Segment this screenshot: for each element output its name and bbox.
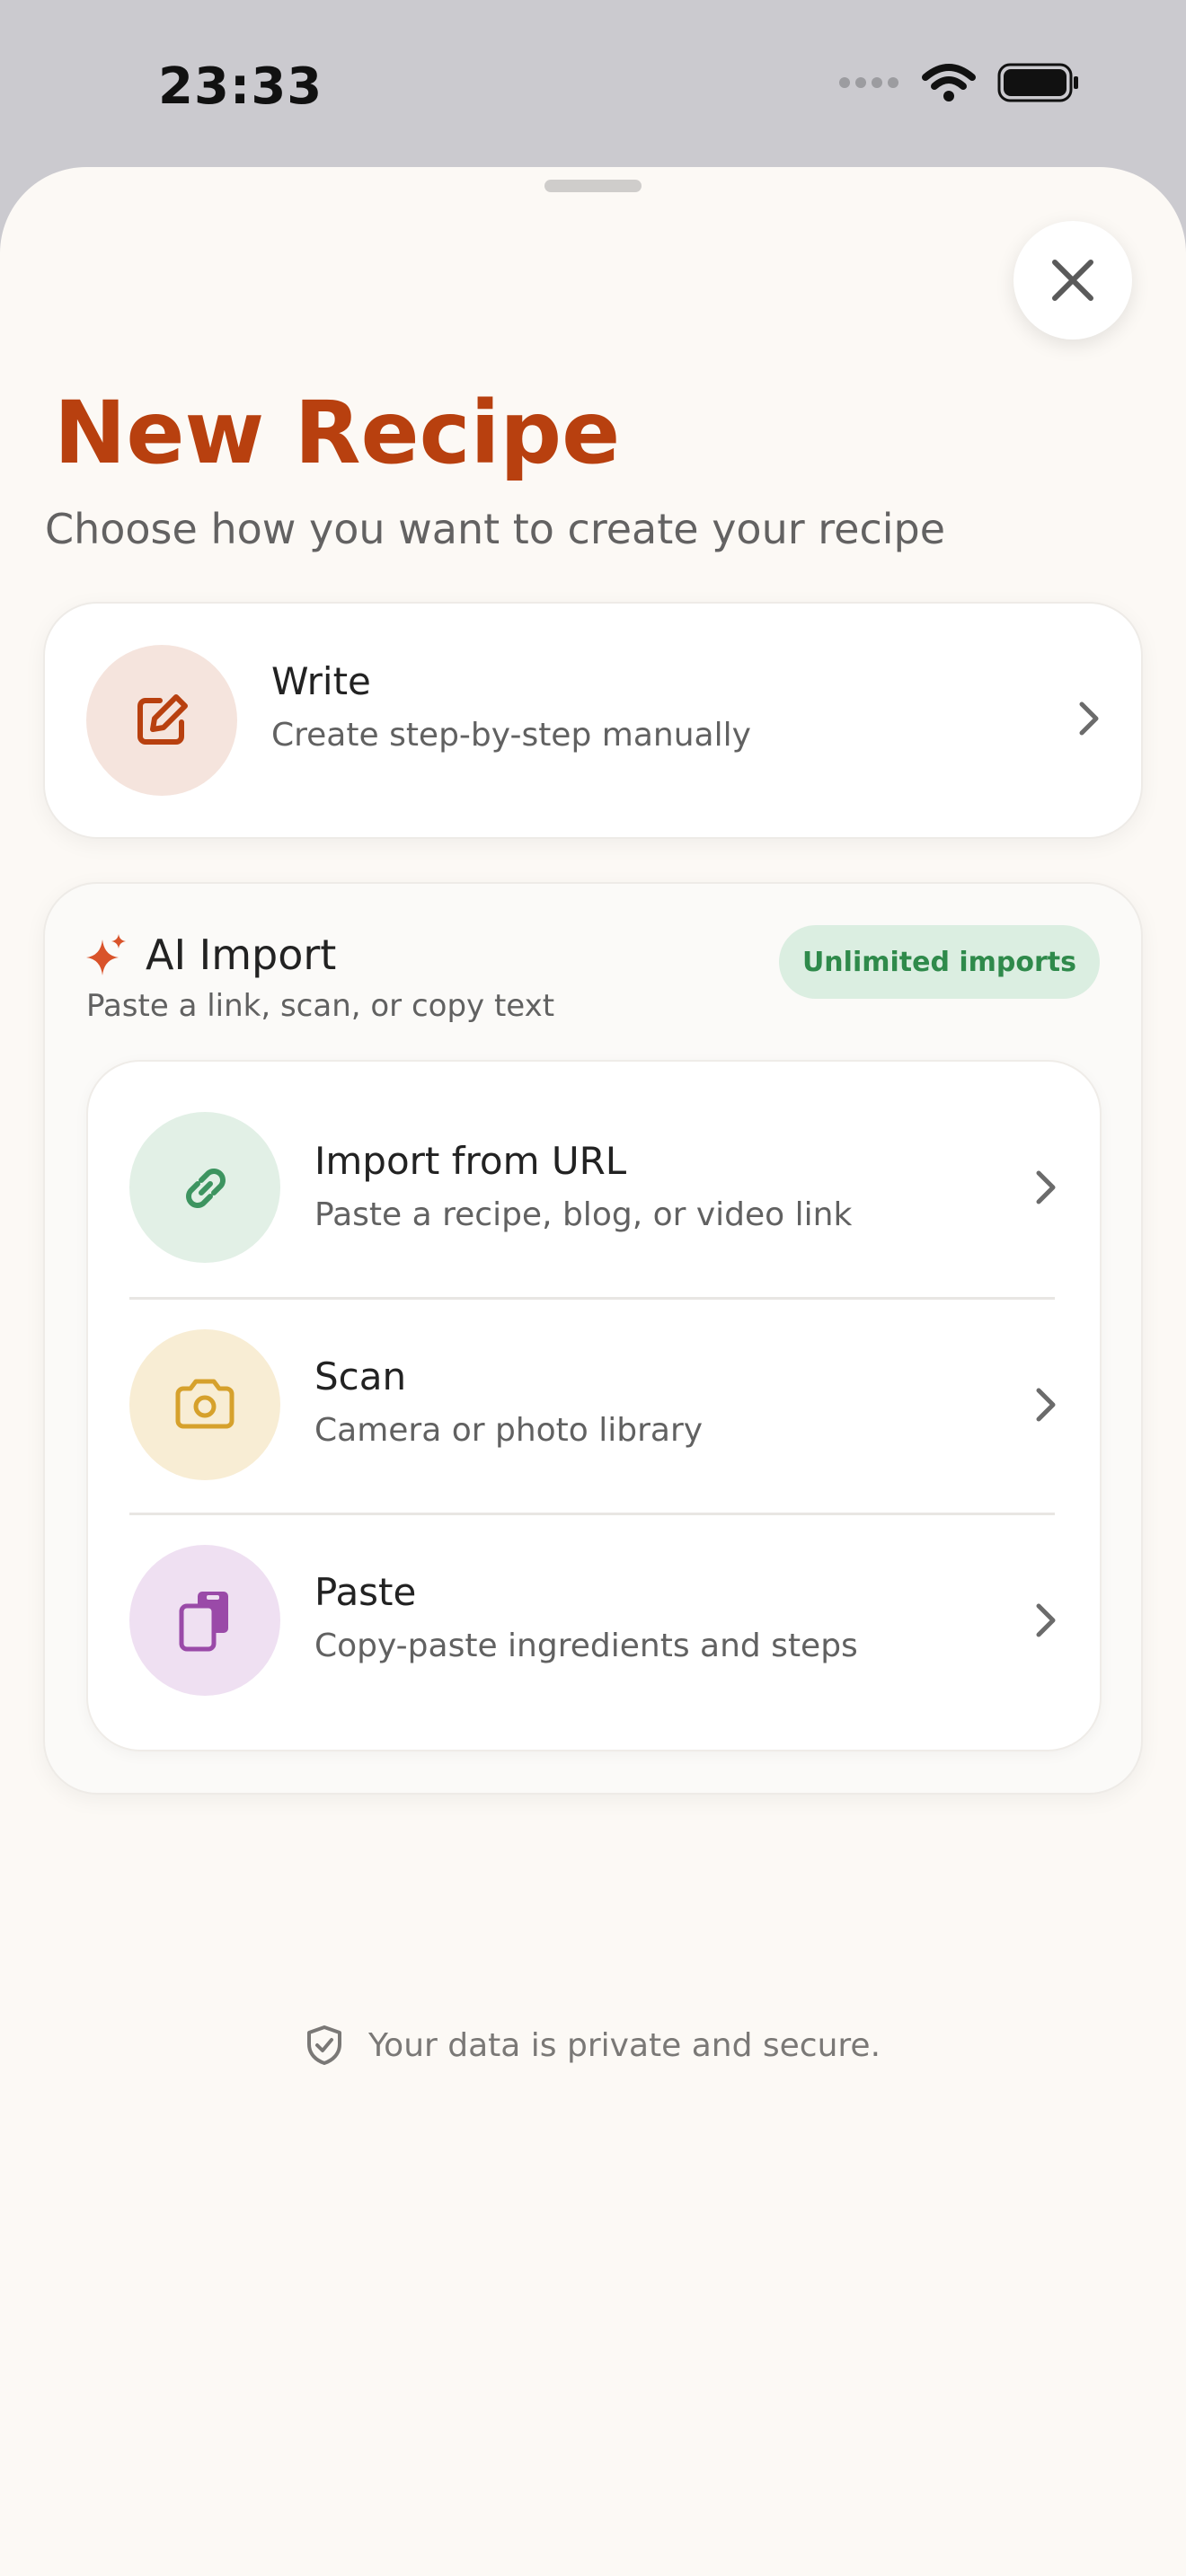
signal-icon [839, 77, 898, 88]
privacy-footer: Your data is private and secure. [0, 2025, 1186, 2066]
camera-icon [175, 1379, 235, 1429]
import-options-list: Import from URL Paste a recipe, blog, or… [86, 1060, 1102, 1751]
scan-option[interactable]: Scan Camera or photo library [88, 1297, 1100, 1513]
close-button[interactable] [1013, 221, 1132, 340]
write-option-title: Write [271, 659, 371, 703]
paste-option[interactable]: Paste Copy-paste ingredients and steps [88, 1513, 1100, 1728]
chevron-right-icon [1079, 701, 1099, 736]
shield-check-icon [306, 2025, 341, 2065]
page-subtitle: Choose how you want to create your recip… [45, 505, 946, 553]
status-icons [837, 63, 1080, 102]
paste-title: Paste [314, 1570, 417, 1614]
link-icon [186, 1169, 226, 1208]
new-recipe-sheet: New Recipe Choose how you want to create… [0, 167, 1186, 2576]
import-url-title: Import from URL [314, 1139, 627, 1183]
paste-icon-circle [129, 1545, 280, 1696]
import-url-subtitle: Paste a recipe, blog, or video link [314, 1196, 853, 1233]
import-url-option[interactable]: Import from URL Paste a recipe, blog, or… [88, 1062, 1100, 1277]
scan-subtitle: Camera or photo library [314, 1412, 704, 1449]
pencil-square-icon [137, 694, 188, 745]
clipboard-icon [179, 1592, 228, 1652]
close-icon [1052, 260, 1093, 301]
unlimited-imports-badge: Unlimited imports [778, 925, 1100, 999]
url-icon-circle [129, 1112, 280, 1263]
ai-import-subheading: Paste a link, scan, or copy text [86, 988, 555, 1024]
scan-title: Scan [314, 1354, 407, 1398]
ai-import-heading: AI Import [146, 931, 337, 979]
ai-import-card: AI Import Paste a link, scan, or copy te… [43, 882, 1143, 1795]
status-bar: 23:33 [0, 0, 1186, 171]
battery-icon [997, 63, 1078, 102]
chevron-right-icon [1036, 1388, 1056, 1422]
privacy-note: Your data is private and secure. [367, 2026, 881, 2064]
page-title: New Recipe [54, 383, 621, 483]
scan-icon-circle [129, 1329, 280, 1480]
status-time: 23:33 [158, 57, 323, 116]
wifi-icon [922, 64, 976, 101]
sheet-grabber[interactable] [544, 180, 642, 192]
write-option-card[interactable]: Write Create step-by-step manually [43, 602, 1143, 839]
chevron-right-icon [1036, 1603, 1056, 1637]
sparkle-icon [86, 934, 126, 975]
write-icon-circle [86, 645, 237, 796]
chevron-right-icon [1036, 1170, 1056, 1204]
paste-subtitle: Copy-paste ingredients and steps [314, 1628, 858, 1664]
write-option-subtitle: Create step-by-step manually [271, 717, 751, 754]
